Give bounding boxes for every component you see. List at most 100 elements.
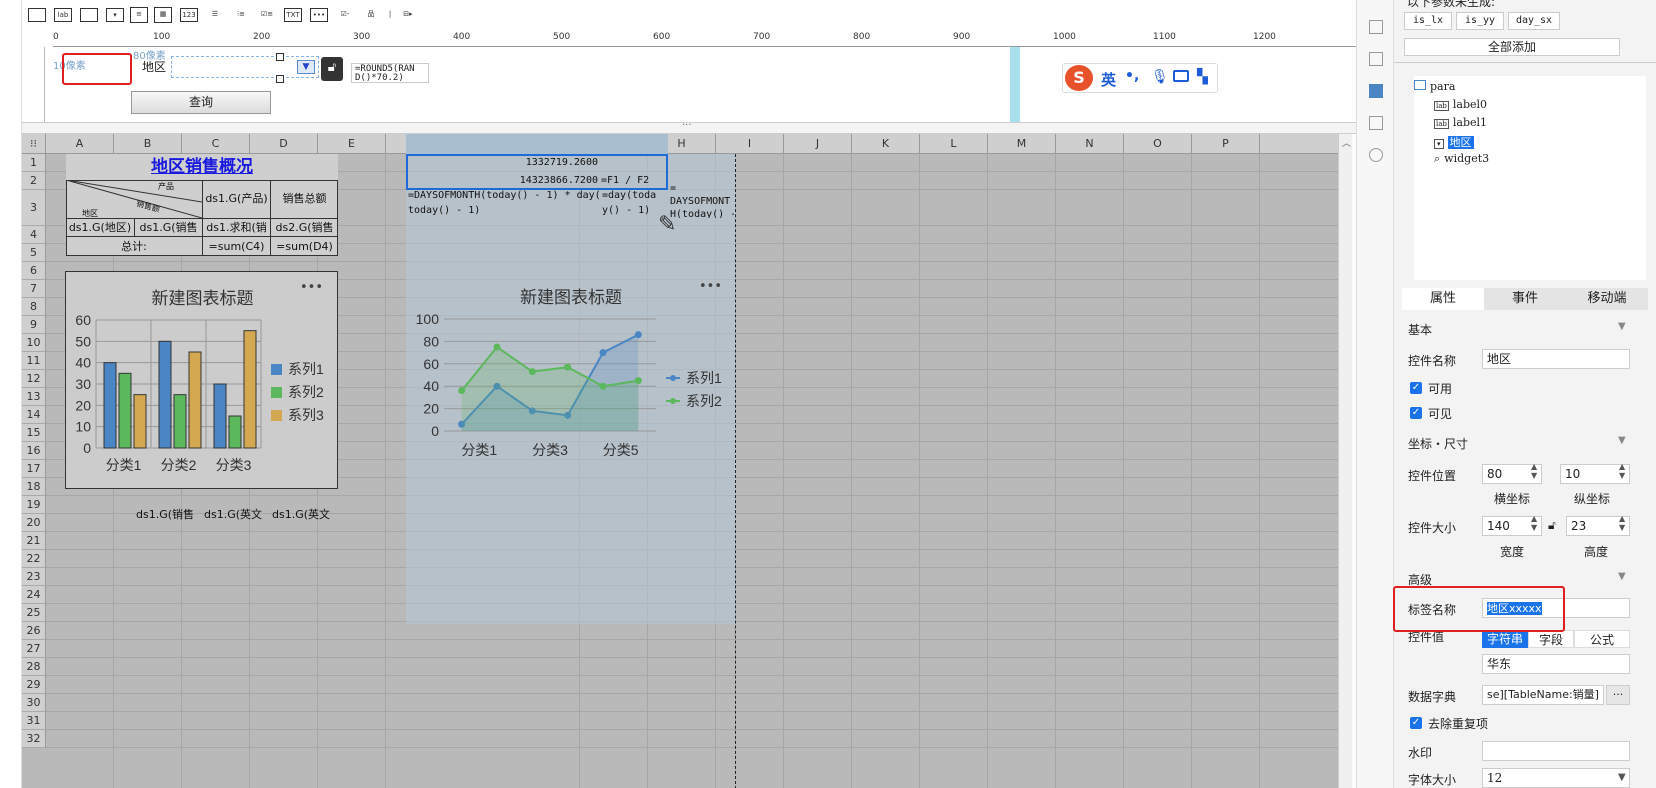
radio-list-icon[interactable]: ⁝≡ xyxy=(232,8,250,22)
cell-f1[interactable]: 1332719.2600 xyxy=(406,154,600,172)
row-header-31[interactable]: 31 xyxy=(22,712,46,730)
column-header-N[interactable]: N xyxy=(1056,134,1124,154)
column-header-E[interactable]: E xyxy=(318,134,386,154)
row-header-20[interactable]: 20 xyxy=(22,514,46,532)
row-header-10[interactable]: 10 xyxy=(22,334,46,352)
tab-events[interactable]: 事件 xyxy=(1484,288,1566,310)
row-header-28[interactable]: 28 xyxy=(22,658,46,676)
cell-a4[interactable]: ds1.G(地区) xyxy=(66,218,134,236)
row-header-19[interactable]: 19 xyxy=(22,496,46,514)
enabled-checkbox[interactable]: ✓ xyxy=(1410,382,1422,394)
column-header-I[interactable]: I xyxy=(716,134,784,154)
widget-settings-icon[interactable] xyxy=(1369,84,1383,98)
row-header-17[interactable]: 17 xyxy=(22,460,46,478)
row-header-30[interactable]: 30 xyxy=(22,694,46,712)
lock-icon[interactable]: 🔓︎ xyxy=(1548,518,1556,533)
param-chip[interactable]: is_yy xyxy=(1456,12,1504,30)
visible-checkbox[interactable]: ✓ xyxy=(1410,407,1422,419)
tree-item-label1[interactable]: lab label1 xyxy=(1434,116,1487,129)
column-header-B[interactable]: B xyxy=(114,134,182,154)
unlock-icon[interactable]: 🔓︎ xyxy=(321,57,343,81)
more-widgets-icon[interactable]: ⊟▸ xyxy=(396,8,420,22)
frame-icon[interactable] xyxy=(1369,52,1383,66)
bar-chart[interactable]: 新建图表标题 ••• 0 10 20 30 40 50 60 分类1 分类2 分类3 系列1 系列2 系… xyxy=(65,271,338,489)
number-icon[interactable]: 123 xyxy=(180,8,198,22)
column-header-C[interactable]: C xyxy=(182,134,250,154)
tab-mobile[interactable]: 移动端 xyxy=(1566,288,1648,310)
ime-mode[interactable]: 英 xyxy=(1101,69,1116,90)
grid-icon[interactable]: ▚ xyxy=(1197,69,1208,85)
cell-b20[interactable]: ds1.G(销售 xyxy=(136,506,202,522)
ellipsis-button[interactable]: ··· xyxy=(1606,685,1630,705)
cell-d20[interactable]: ds1.G(英文 xyxy=(272,506,336,522)
date-icon[interactable]: ▦ xyxy=(154,7,172,23)
section-coords[interactable]: 坐标・尺寸 xyxy=(1408,435,1468,452)
row-header-2[interactable]: 2 xyxy=(22,172,46,190)
region-combobox[interactable]: ▼ xyxy=(171,56,319,78)
add-all-button[interactable]: 全部添加 xyxy=(1404,38,1620,56)
value-tab-string[interactable]: 字符串 xyxy=(1482,630,1528,648)
cell-b4[interactable]: ds1.G(销售 xyxy=(134,218,202,236)
spinner-icon[interactable]: ▲ ▼ xyxy=(1531,514,1537,532)
spinner-icon[interactable]: ▲ ▼ xyxy=(1531,462,1537,480)
row-header-23[interactable]: 23 xyxy=(22,568,46,586)
cell-d3[interactable]: 销售总额 xyxy=(270,180,338,218)
line-chart[interactable]: 新建图表标题 ••• 0 20 40 60 80 100 分类1 分类3 分类5 系列1 系列2 xyxy=(406,271,736,466)
row-header-9[interactable]: 9 xyxy=(22,316,46,334)
row-header-24[interactable]: 24 xyxy=(22,586,46,604)
cell-c3[interactable]: ds1.G(产品) xyxy=(202,180,270,218)
param-chip[interactable]: is_lx xyxy=(1404,12,1452,30)
cell-f3[interactable]: =DAYSOFMONTH(today() - 1) * day(today() … xyxy=(408,188,600,218)
row-header-22[interactable]: 22 xyxy=(22,550,46,568)
report-title[interactable]: 地区销售概况 xyxy=(66,154,338,180)
keyboard-icon[interactable] xyxy=(1173,70,1189,82)
tree-item-label0[interactable]: lab label0 xyxy=(1434,98,1487,111)
layer-icon[interactable] xyxy=(1369,116,1383,130)
row-header-7[interactable]: 7 xyxy=(22,280,46,298)
vertical-scrollbar[interactable]: ︿ xyxy=(1338,134,1352,788)
textarea-icon[interactable]: TXT xyxy=(284,8,302,22)
row-header-27[interactable]: 27 xyxy=(22,640,46,658)
row-header-5[interactable]: 5 xyxy=(22,244,46,262)
collapse-icon[interactable]: ▼ xyxy=(1618,571,1626,582)
widget-name-input[interactable]: 地区 xyxy=(1482,349,1630,369)
column-header-K[interactable]: K xyxy=(852,134,920,154)
widget-tree[interactable]: para lab label0 lab label1 ▾ 地区 ⌕ widget3 xyxy=(1414,76,1646,280)
row-header-29[interactable]: 29 xyxy=(22,676,46,694)
row-header-6[interactable]: 6 xyxy=(22,262,46,280)
font-size-select[interactable]: 12 xyxy=(1482,768,1630,788)
label-icon[interactable]: lab xyxy=(54,8,72,22)
chevron-down-icon[interactable]: ▼ xyxy=(297,60,315,74)
param-chip[interactable]: day_sx xyxy=(1508,12,1560,30)
template-icon[interactable] xyxy=(1369,20,1383,34)
formula-widget[interactable]: =ROUND5(RAN D()*70.2) xyxy=(351,63,429,83)
cell-d5[interactable]: =sum(D4) xyxy=(270,236,338,256)
collapse-icon[interactable]: ▼ xyxy=(1618,435,1626,446)
pane-splitter[interactable]: ··· xyxy=(22,120,1356,134)
column-header-O[interactable]: O xyxy=(1124,134,1192,154)
tab-properties[interactable]: 属性 xyxy=(1402,288,1484,310)
mic-icon[interactable]: 🎙︎ xyxy=(1151,69,1169,85)
section-basic[interactable]: 基本 xyxy=(1408,321,1432,338)
cell-d4[interactable]: ds2.G(销售 xyxy=(270,218,338,236)
row-header-3[interactable]: 3 xyxy=(22,190,46,226)
checkbox-icon[interactable]: ☑- xyxy=(336,8,354,22)
row-header-1[interactable]: 1 xyxy=(22,154,46,172)
row-header-13[interactable]: 13 xyxy=(22,388,46,406)
select-all-corner[interactable]: ⁝⁝ xyxy=(22,134,46,154)
checkbox-group-icon[interactable]: ☑≡ xyxy=(258,8,276,22)
row-header-32[interactable]: 32 xyxy=(22,730,46,748)
resize-handle[interactable] xyxy=(276,53,284,61)
row-header-16[interactable]: 16 xyxy=(22,442,46,460)
spinner-icon[interactable]: ▲ ▼ xyxy=(1619,514,1625,532)
row-header-26[interactable]: 26 xyxy=(22,622,46,640)
tree-icon[interactable]: 品 xyxy=(362,8,380,22)
dedup-checkbox[interactable]: ✓ xyxy=(1410,717,1422,729)
column-header-L[interactable]: L xyxy=(920,134,988,154)
row-header-21[interactable]: 21 xyxy=(22,532,46,550)
combobox-icon[interactable]: ▾ xyxy=(106,8,124,22)
cell-a5[interactable]: 总计: xyxy=(66,236,202,256)
column-header-M[interactable]: M xyxy=(988,134,1056,154)
row-header-8[interactable]: 8 xyxy=(22,298,46,316)
tree-root[interactable]: para xyxy=(1414,80,1455,93)
